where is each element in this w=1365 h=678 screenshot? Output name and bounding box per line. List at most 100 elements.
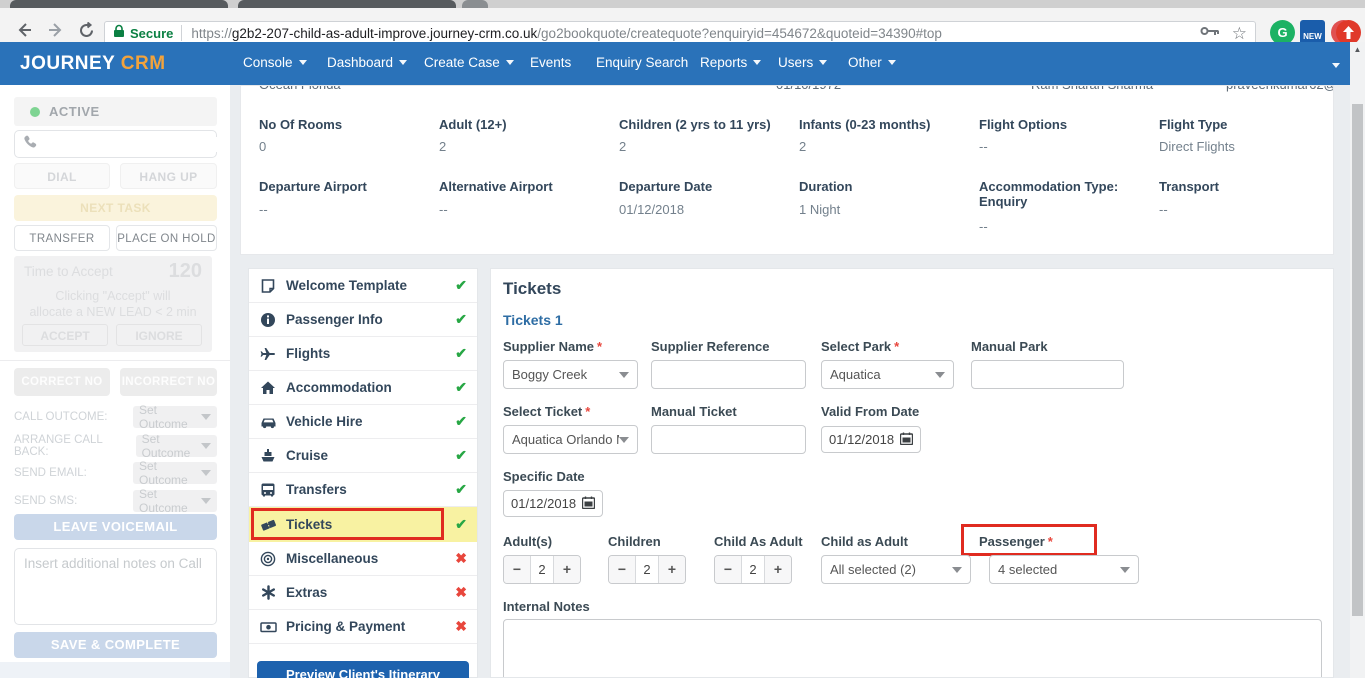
browser-tab[interactable] xyxy=(10,0,228,8)
bookmark-star-icon[interactable]: ☆ xyxy=(1232,25,1247,42)
place-on-hold-button[interactable]: PLACE ON HOLD xyxy=(116,225,217,251)
nav-item-reports[interactable]: Reports xyxy=(700,55,761,70)
scrollbar-thumb[interactable] xyxy=(1352,104,1363,616)
section-flights[interactable]: Flights ✔ xyxy=(249,337,477,371)
quote-sections-checklist: Welcome Template ✔ Passenger Info ✔ Flig… xyxy=(248,268,478,678)
section-miscellaneous[interactable]: Miscellaneous ✖ xyxy=(249,542,477,576)
nav-item-create-case[interactable]: Create Case xyxy=(424,55,514,70)
field-label: Children (2 yrs to 11 yrs) xyxy=(619,117,771,132)
chevron-down-icon xyxy=(201,414,211,420)
lock-icon[interactable] xyxy=(113,24,125,43)
user-menu-chevron-down-icon[interactable] xyxy=(1326,58,1340,73)
specific-date-label: Specific Date xyxy=(503,469,585,484)
children-value: 2 xyxy=(635,556,659,583)
section-cruise[interactable]: Cruise ✔ xyxy=(249,439,477,473)
passenger-select[interactable]: 4 selected xyxy=(989,555,1139,584)
call-outcome-select[interactable]: Set Outcome xyxy=(133,403,217,431)
scroll-up-arrow-icon[interactable]: ▲ xyxy=(1350,42,1365,58)
clipped-text: Ocean Florida xyxy=(259,86,341,92)
target-icon xyxy=(259,550,277,568)
supplier-reference-input[interactable] xyxy=(651,360,806,389)
send-email-row: SEND EMAIL: Set Outcome xyxy=(14,459,217,487)
send-sms-select[interactable]: Set Outcome xyxy=(133,487,217,515)
accept-button[interactable]: ACCEPT xyxy=(22,324,108,346)
child-as-adult-select[interactable]: All selected (2) xyxy=(821,555,971,584)
key-icon[interactable] xyxy=(1200,24,1220,42)
url-text[interactable]: https://g2b2-207-child-as-adult-improve.… xyxy=(191,26,1199,41)
supplier-reference-label: Supplier Reference xyxy=(651,339,770,354)
transfer-button[interactable]: TRANSFER xyxy=(14,225,110,251)
page-scrollbar[interactable]: ▲ xyxy=(1350,42,1365,678)
nav-item-events[interactable]: Events xyxy=(530,55,571,70)
field-label: Alternative Airport xyxy=(439,179,553,194)
chevron-down-icon xyxy=(935,371,945,378)
field-value: -- xyxy=(979,219,988,234)
plus-button[interactable]: + xyxy=(554,556,580,583)
save-complete-button[interactable]: SAVE & COMPLETE xyxy=(14,632,217,658)
section-transfers[interactable]: Transfers ✔ xyxy=(249,473,477,507)
minus-button[interactable]: − xyxy=(504,556,530,583)
app-logo[interactable]: JOURNEY CRM xyxy=(20,53,166,75)
dial-button[interactable]: DIAL xyxy=(14,163,110,189)
manual-ticket-label: Manual Ticket xyxy=(651,404,737,419)
section-welcome-template[interactable]: Welcome Template ✔ xyxy=(249,269,477,303)
internal-notes-label: Internal Notes xyxy=(503,599,590,614)
leave-voicemail-button[interactable]: LEAVE VOICEMAIL xyxy=(14,514,217,540)
supplier-name-select[interactable]: Boggy Creek xyxy=(503,360,638,389)
new-tab-button[interactable] xyxy=(462,0,488,8)
secure-label[interactable]: Secure xyxy=(130,26,173,41)
check-icon: ✔ xyxy=(455,379,467,395)
enquiry-summary-card: Ocean Florida 01/10/1972 Ram Sharan Shar… xyxy=(240,85,1334,255)
valid-from-date-field[interactable]: 01/12/2018 xyxy=(821,426,921,453)
info-icon xyxy=(259,311,277,329)
internal-notes-textarea[interactable] xyxy=(503,619,1322,677)
correct-number-button[interactable]: CORRECT NO xyxy=(14,368,110,396)
send-email-select[interactable]: Set Outcome xyxy=(133,459,217,487)
select-ticket-select[interactable]: Aquatica Orlando Mea xyxy=(503,425,638,454)
plus-button[interactable]: + xyxy=(765,556,791,583)
field-label: Infants (0-23 months) xyxy=(799,117,931,132)
nav-item-users[interactable]: Users xyxy=(778,55,827,70)
incorrect-number-button[interactable]: INCORRECT NO xyxy=(120,368,217,396)
section-pricing-payment[interactable]: Pricing & Payment ✖ xyxy=(249,610,477,644)
nav-item-other[interactable]: Other xyxy=(848,55,896,70)
next-task-button[interactable]: NEXT TASK xyxy=(14,195,217,221)
section-extras[interactable]: Extras ✖ xyxy=(249,576,477,610)
nav-item-console[interactable]: Console xyxy=(243,55,307,70)
annotation-box-tickets xyxy=(251,508,444,540)
field-value: 01/12/2018 xyxy=(619,202,685,217)
section-accommodation[interactable]: Accommodation ✔ xyxy=(249,371,477,405)
supplier-name-label: Supplier Name * xyxy=(503,339,603,354)
time-to-accept-panel: Time to Accept 120 Clicking "Accept" wil… xyxy=(14,256,212,352)
call-notes-textarea[interactable] xyxy=(14,548,217,625)
required-asterisk: * xyxy=(597,339,603,354)
required-asterisk: * xyxy=(894,339,900,354)
nav-item-dashboard[interactable]: Dashboard xyxy=(327,55,407,70)
arrange-callback-select[interactable]: Set Outcome xyxy=(135,432,217,460)
plus-button[interactable]: + xyxy=(659,556,685,583)
hang-up-button[interactable]: HANG UP xyxy=(120,163,217,189)
phone-icon xyxy=(23,135,37,154)
minus-button[interactable]: − xyxy=(715,556,741,583)
send-sms-row: SEND SMS: Set Outcome xyxy=(14,487,217,515)
specific-date-field[interactable]: 01/12/2018 xyxy=(503,490,603,517)
phone-number-input[interactable] xyxy=(43,136,219,152)
field-value: 1 Night xyxy=(799,202,841,217)
field-value: 0 xyxy=(259,139,267,154)
select-park-select[interactable]: Aquatica xyxy=(821,360,954,389)
section-vehicle-hire[interactable]: Vehicle Hire ✔ xyxy=(249,405,477,439)
manual-park-input[interactable] xyxy=(971,360,1124,389)
check-icon: ✔ xyxy=(455,481,467,497)
call-control-sidebar: ACTIVE DIAL HANG UP NEXT TASK TRANSFER P… xyxy=(0,85,230,678)
section-tickets[interactable]: Tickets ✔ xyxy=(249,507,477,542)
manual-ticket-input[interactable] xyxy=(651,425,806,454)
preview-itinerary-button[interactable]: Preview Client's Itinerary xyxy=(257,661,469,678)
section-passenger-info[interactable]: Passenger Info ✔ xyxy=(249,303,477,337)
call-outcome-row: CALL OUTCOME: Set Outcome xyxy=(14,403,217,431)
adults-stepper: − 2 + xyxy=(503,555,581,584)
ignore-button[interactable]: IGNORE xyxy=(116,324,202,346)
browser-tab[interactable] xyxy=(238,0,456,8)
minus-button[interactable]: − xyxy=(609,556,635,583)
status-label: ACTIVE xyxy=(49,104,100,119)
nav-item-enquiry-search[interactable]: Enquiry Search xyxy=(596,55,688,70)
